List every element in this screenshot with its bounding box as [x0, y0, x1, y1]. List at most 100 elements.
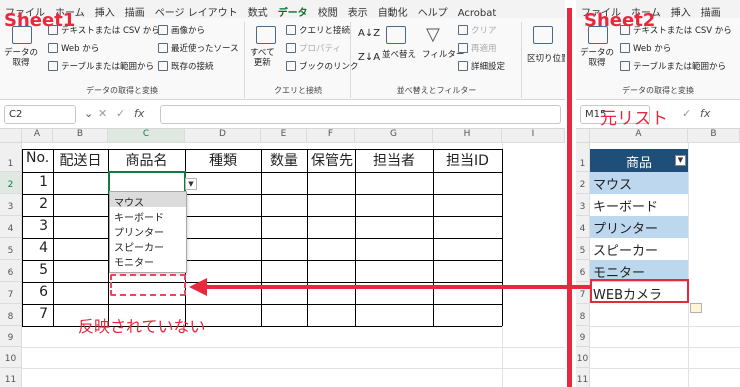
- tab-draw[interactable]: 描画: [120, 0, 150, 18]
- dropdown-option[interactable]: モニター: [110, 252, 186, 269]
- sort-az-button[interactable]: A↓Z: [358, 28, 380, 39]
- column-header[interactable]: I: [502, 129, 565, 143]
- row-header[interactable]: 9: [0, 326, 22, 347]
- dropdown-option[interactable]: キーボード: [110, 207, 186, 224]
- column-header[interactable]: F: [307, 129, 355, 143]
- query-icon: [286, 25, 296, 35]
- queries-connections-button[interactable]: クエリと接続: [286, 24, 350, 36]
- name-box-dropdown-icon[interactable]: ⌄: [84, 107, 93, 120]
- row-header[interactable]: 10: [576, 347, 590, 368]
- filter-dropdown-icon[interactable]: ▼: [675, 155, 686, 166]
- gridline: [22, 347, 565, 348]
- column-header[interactable]: H: [433, 129, 502, 143]
- cell-no[interactable]: 3: [22, 218, 52, 234]
- row-header[interactable]: 3: [0, 194, 22, 216]
- text-to-columns-button[interactable]: 区切り位置: [527, 52, 565, 64]
- column-header[interactable]: B: [53, 129, 108, 143]
- clear-button[interactable]: クリア: [458, 24, 497, 36]
- select-all-corner[interactable]: [0, 129, 22, 143]
- column-header[interactable]: A: [22, 129, 53, 143]
- cell-no[interactable]: 1: [22, 174, 52, 190]
- cell-no[interactable]: 6: [22, 284, 52, 300]
- from-table-button[interactable]: テーブルまたは範囲から: [620, 60, 726, 72]
- name-box[interactable]: C2: [4, 105, 76, 124]
- row-header[interactable]: 11: [576, 368, 590, 387]
- tab-page-layout[interactable]: ページ レイアウト: [150, 0, 243, 18]
- dropdown-option[interactable]: スピーカー: [110, 237, 186, 254]
- cell-no[interactable]: 5: [22, 262, 52, 278]
- tab-insert[interactable]: 挿入: [666, 0, 696, 18]
- row-header[interactable]: 1: [576, 143, 590, 172]
- row-header[interactable]: 2: [576, 172, 590, 194]
- select-all-corner[interactable]: [576, 129, 590, 143]
- row-header[interactable]: 6: [576, 260, 590, 282]
- paste-options-icon[interactable]: [690, 303, 702, 313]
- row-header[interactable]: 8: [576, 304, 590, 326]
- list-item[interactable]: マウス: [590, 172, 688, 194]
- row-header[interactable]: 2: [0, 172, 22, 194]
- tab-draw[interactable]: 描画: [696, 0, 726, 18]
- column-header[interactable]: G: [355, 129, 433, 143]
- row-header[interactable]: 5: [0, 238, 22, 260]
- table-border: [502, 149, 503, 326]
- fx-label[interactable]: fx: [134, 107, 144, 120]
- tab-formulas[interactable]: 数式: [243, 0, 273, 18]
- list-dropdown-button[interactable]: ▼: [185, 178, 197, 190]
- tab-acrobat[interactable]: Acrobat: [453, 4, 502, 18]
- row-header[interactable]: 10: [0, 347, 22, 368]
- recent-sources-button[interactable]: 最近使ったソース: [158, 42, 239, 54]
- confirm-icon[interactable]: ✓: [682, 107, 691, 120]
- formula-input[interactable]: [160, 105, 561, 124]
- column-header[interactable]: E: [261, 129, 307, 143]
- tab-automate[interactable]: 自動化: [373, 0, 413, 18]
- row-header[interactable]: 3: [576, 194, 590, 216]
- tab-review[interactable]: 校閲: [313, 0, 343, 18]
- list-item[interactable]: プリンター: [590, 216, 688, 238]
- dropdown-option[interactable]: マウス: [110, 192, 186, 209]
- tab-data[interactable]: データ: [273, 0, 313, 18]
- cell-no[interactable]: 7: [22, 306, 52, 322]
- row-header[interactable]: 7: [0, 282, 22, 304]
- from-table-button[interactable]: テーブルまたは範囲から: [48, 60, 154, 72]
- list-item[interactable]: スピーカー: [590, 238, 688, 260]
- fx-label[interactable]: fx: [700, 107, 710, 120]
- properties-button[interactable]: プロパティ: [286, 42, 341, 54]
- row-header[interactable]: 9: [576, 326, 590, 347]
- column-header[interactable]: A: [590, 129, 688, 143]
- column-header[interactable]: C: [108, 129, 185, 143]
- row-header[interactable]: 5: [576, 238, 590, 260]
- row-header[interactable]: 1: [0, 143, 22, 172]
- get-data-button[interactable]: データの 取得: [4, 48, 44, 68]
- cell-no[interactable]: 2: [22, 196, 52, 212]
- advanced-button[interactable]: 詳細設定: [458, 60, 505, 72]
- workbook-links-button[interactable]: ブックのリンク: [286, 60, 359, 72]
- clear-icon: [458, 25, 468, 35]
- dropdown-option[interactable]: プリンター: [110, 222, 186, 239]
- from-picture-button[interactable]: 画像から: [158, 24, 205, 36]
- cancel-icon[interactable]: ✕: [98, 107, 107, 120]
- tab-insert[interactable]: 挿入: [90, 0, 120, 18]
- sort-button[interactable]: 並べ替え: [382, 48, 416, 60]
- row-header[interactable]: 6: [0, 260, 22, 282]
- column-header[interactable]: B: [688, 129, 740, 143]
- get-data-button[interactable]: データの 取得: [580, 48, 620, 68]
- row-header[interactable]: 11: [0, 368, 22, 387]
- tab-view[interactable]: 表示: [343, 0, 373, 18]
- refresh-all-button[interactable]: すべて 更新: [250, 48, 284, 68]
- tab-help[interactable]: ヘルプ: [413, 0, 453, 18]
- group-queries: すべて 更新 クエリと接続 プロパティ ブックのリンク クエリと接続: [246, 22, 359, 98]
- sort-za-button[interactable]: Z↓A: [358, 52, 380, 63]
- header-ship-date: 配送日: [59, 153, 102, 169]
- row-header[interactable]: 4: [576, 216, 590, 238]
- from-web-button[interactable]: Web から: [48, 42, 99, 54]
- list-item[interactable]: キーボード: [590, 194, 688, 216]
- cell-no[interactable]: 4: [22, 240, 52, 256]
- confirm-icon[interactable]: ✓: [116, 107, 125, 120]
- column-header[interactable]: D: [185, 129, 261, 143]
- from-web-button[interactable]: Web から: [620, 42, 671, 54]
- row-header[interactable]: 4: [0, 216, 22, 238]
- row-header[interactable]: 8: [0, 304, 22, 326]
- existing-connections-button[interactable]: 既存の接続: [158, 60, 214, 72]
- arrow-line: [206, 285, 592, 289]
- reapply-button[interactable]: 再適用: [458, 42, 497, 54]
